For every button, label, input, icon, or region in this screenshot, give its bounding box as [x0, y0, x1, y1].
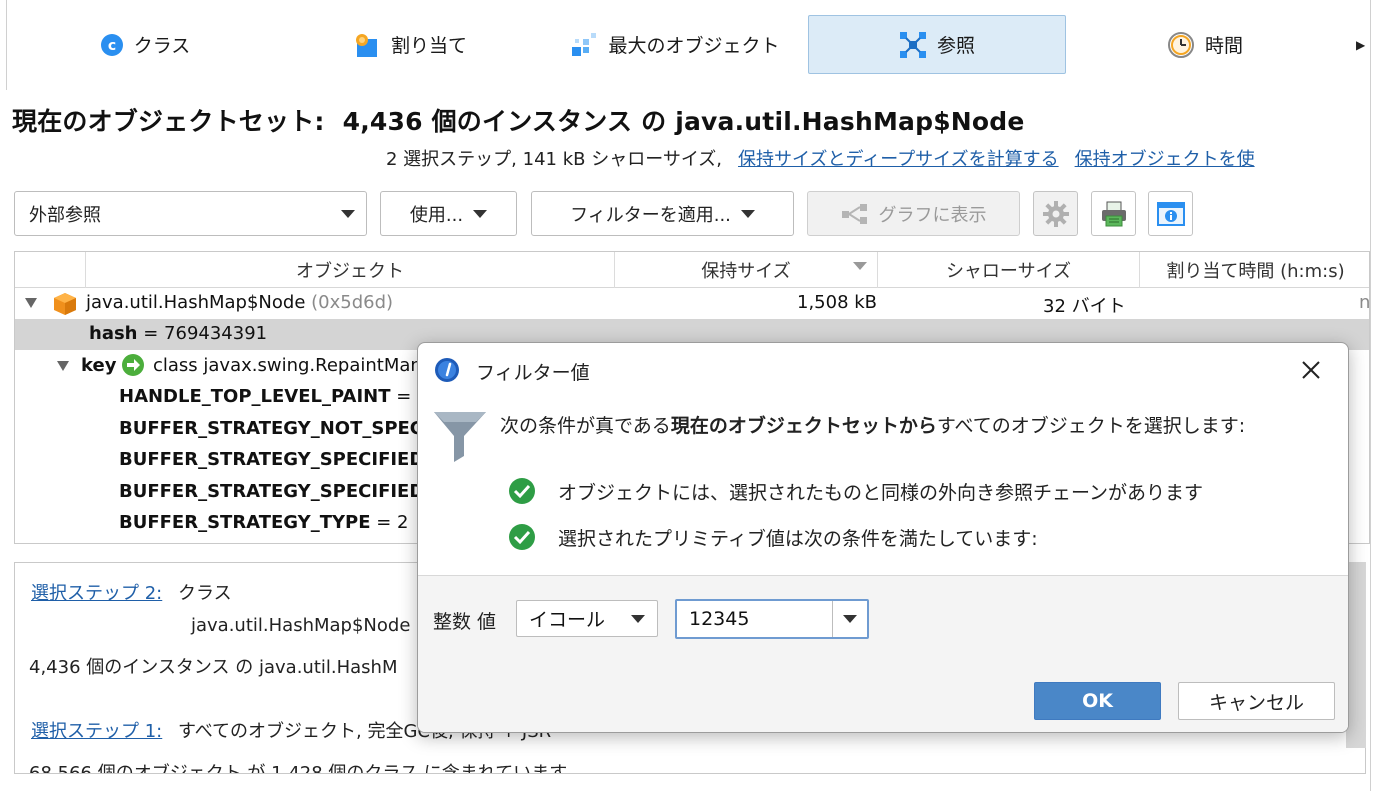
check-circle-icon	[509, 478, 535, 504]
field-entry: BUFFER_STRATEGY_TYPE = 2	[119, 512, 409, 533]
field-entry: BUFFER_STRATEGY_NOT_SPEC	[119, 418, 424, 439]
apply-filter-button[interactable]: フィルターを適用...	[531, 191, 794, 236]
references-icon	[899, 31, 926, 58]
arrow-right-icon	[122, 354, 144, 376]
class-icon: c	[100, 33, 123, 56]
title-count: 4,436 個のインスタンス の java.util.HashMap$Node	[342, 107, 1025, 136]
field-entry: BUFFER_STRATEGY_SPECIFIED	[119, 481, 425, 502]
tab-label: 割り当て	[390, 35, 467, 57]
check-circle-icon	[509, 524, 535, 550]
cancel-button[interactable]: キャンセル	[1178, 682, 1335, 720]
clock-icon	[1167, 31, 1194, 58]
tab-biggest-objects[interactable]: 最大のオブジェクト	[545, 15, 805, 74]
key-class-value: class javax.swing.RepaintMan	[153, 355, 422, 376]
sort-descending-icon	[853, 262, 867, 270]
table-row[interactable]: java.util.HashMap$Node (0x5d6d) 1,508 kB…	[15, 288, 1370, 319]
operator-value: イコール	[529, 609, 606, 631]
print-button[interactable]	[1091, 191, 1136, 236]
field-entry: BUFFER_STRATEGY_SPECIFIED	[119, 449, 425, 470]
vertical-scrollbar[interactable]	[1346, 562, 1366, 748]
selection-step-2-link[interactable]: 選択ステップ 2:	[31, 583, 162, 604]
printer-icon	[1101, 201, 1126, 226]
graph-label: グラフに表示	[878, 204, 987, 226]
filter-funnel-icon	[434, 412, 486, 462]
calculate-sizes-link[interactable]: 保持サイズとディープサイズを計算する	[738, 149, 1059, 170]
value-input[interactable]	[677, 601, 832, 637]
window-border-right	[1370, 0, 1371, 791]
biggest-objects-icon	[572, 32, 597, 56]
ok-button[interactable]: OK	[1034, 682, 1161, 720]
tab-label: 参照	[936, 35, 975, 57]
column-header-shallow-size[interactable]: シャローサイズ	[877, 252, 1139, 288]
chevron-down-icon	[473, 209, 488, 218]
key-field-name: key	[81, 355, 117, 376]
page-title: 現在のオブジェクトセット: 4,436 個のインスタンス の java.util.…	[12, 102, 1025, 138]
field-entry: hash = 769434391	[89, 323, 268, 344]
app-icon	[435, 358, 459, 382]
shallow-size-value: 32 バイト	[1043, 296, 1126, 317]
info-button[interactable]	[1148, 191, 1193, 236]
use-label: 使用...	[409, 204, 464, 226]
expand-arrow-icon[interactable]	[25, 298, 37, 308]
window-border-left	[6, 0, 7, 90]
settings-button[interactable]	[1033, 191, 1078, 236]
column-header-retained-size[interactable]: 保持サイズ	[614, 252, 877, 288]
allocation-time-value: n	[1359, 292, 1370, 313]
step-2-class: java.util.HashMap$Node	[191, 615, 411, 636]
table-header: オブジェクト 保持サイズ シャローサイズ 割り当て時間 (h:m:s)	[15, 252, 1369, 288]
reference-view-select[interactable]: 外部参照	[14, 191, 367, 236]
objects-summary: 68,566 個のオブジェクト が 1,428 個のクラス に含まれています	[29, 763, 568, 774]
integer-value-label: 整数 値	[433, 611, 497, 633]
gear-icon	[1042, 200, 1069, 227]
svg-text:c: c	[108, 38, 116, 54]
condition-outgoing-chain: オブジェクトには、選択されたものと同様の外向き参照チェーンがあります	[508, 477, 1203, 505]
more-tabs-arrow-icon[interactable]: ▶	[1356, 38, 1365, 52]
field-entry: HANDLE_TOP_LEVEL_PAINT =	[119, 386, 412, 407]
title-prefix: 現在のオブジェクトセット:	[12, 107, 325, 136]
tab-label: クラス	[133, 35, 191, 57]
condition-primitive-value: 選択されたプリミティブ値は次の条件を満たしています:	[508, 523, 1038, 551]
filter-value-dialog: フィルター値 次の条件が真である現在のオブジェクトセットからすべてのオブジェクト…	[417, 342, 1349, 733]
object-cube-icon	[54, 293, 76, 315]
graph-icon	[841, 203, 867, 224]
step-2-line: 選択ステップ 2: クラス	[31, 579, 232, 605]
step-2-instances: 4,436 個のインスタンス の java.util.HashM	[29, 657, 398, 678]
close-icon[interactable]	[1298, 357, 1324, 383]
expand-arrow-icon[interactable]	[57, 361, 69, 371]
tab-references[interactable]: 参照	[808, 15, 1066, 74]
info-icon	[1156, 201, 1185, 226]
tab-classes[interactable]: c クラス	[70, 15, 220, 74]
column-header-object[interactable]: オブジェクト	[85, 252, 614, 288]
view-tab-strip: c クラス 割り当て 最大のオブジェクト 参照 時間 ▶	[0, 0, 1377, 90]
filter-label: フィルターを適用...	[570, 204, 731, 226]
tab-time[interactable]: 時間	[1150, 15, 1260, 74]
chevron-down-icon	[843, 615, 857, 623]
retained-objects-link[interactable]: 保持オブジェクトを使	[1075, 149, 1255, 170]
reference-view-value: 外部参照	[29, 204, 101, 226]
chevron-down-icon	[341, 210, 355, 218]
steps-info: 2 選択ステップ, 141 kB シャローサイズ,	[386, 149, 723, 170]
tab-label: 最大のオブジェクト	[608, 35, 780, 57]
column-header-allocation-time[interactable]: 割り当て時間 (h:m:s)	[1139, 252, 1369, 288]
operator-select[interactable]: イコール	[516, 600, 658, 637]
value-dropdown-button[interactable]	[832, 601, 867, 637]
dialog-title: フィルター値	[476, 362, 590, 384]
allocation-icon	[355, 33, 377, 57]
selection-step-1-link[interactable]: 選択ステップ 1:	[31, 721, 162, 742]
value-combo[interactable]	[675, 599, 869, 639]
chevron-down-icon	[631, 615, 645, 623]
selection-summary: 2 選択ステップ, 141 kB シャローサイズ, 保持サイズとディープサイズを計…	[386, 145, 1255, 171]
tab-allocations[interactable]: 割り当て	[330, 15, 490, 74]
step-2-kind: クラス	[177, 583, 232, 604]
show-in-graph-button[interactable]: グラフに表示	[807, 191, 1020, 236]
use-button[interactable]: 使用...	[380, 191, 517, 236]
chevron-down-icon	[740, 209, 755, 218]
tab-label: 時間	[1204, 35, 1243, 57]
retained-size-value: 1,508 kB	[797, 292, 878, 313]
object-name: java.util.HashMap$Node (0x5d6d)	[86, 292, 394, 313]
dialog-description: 次の条件が真である現在のオブジェクトセットからすべてのオブジェクトを選択します:	[500, 415, 1246, 437]
